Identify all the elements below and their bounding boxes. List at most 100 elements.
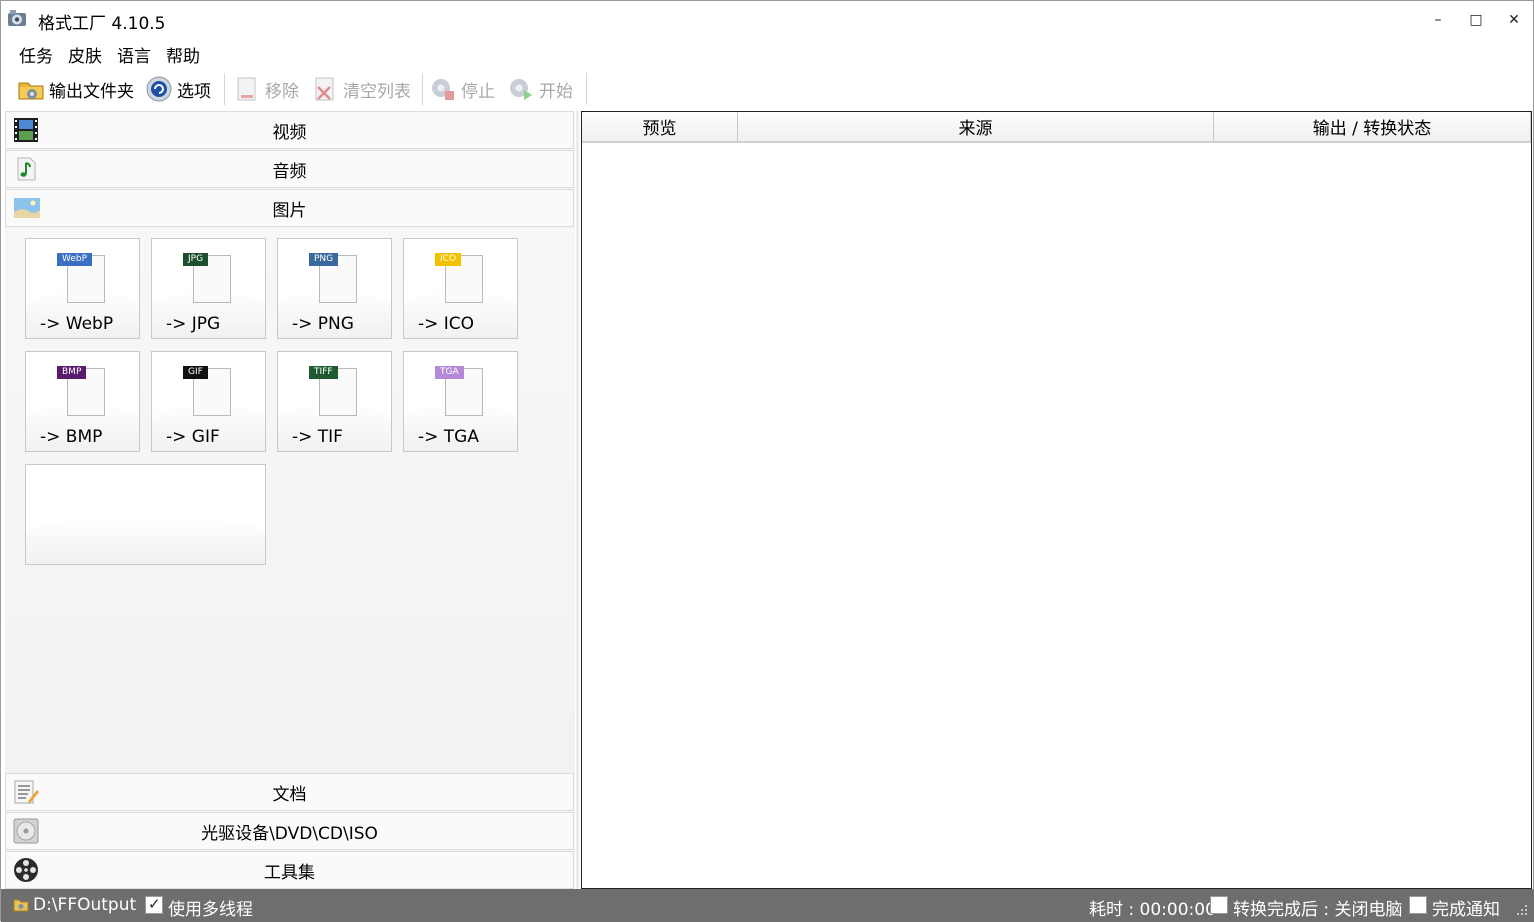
stop-button[interactable]: 停止 [429,73,495,105]
file-type-tag: ICO [435,253,462,266]
multithread-label: 使用多线程 [168,900,253,920]
task-list[interactable]: 预览 来源 输出 / 转换状态 [581,111,1532,889]
resize-grip-icon[interactable] [1515,903,1529,917]
folder-small-icon [13,899,29,912]
close-button[interactable]: ✕ [1495,1,1533,39]
format-tile-label: -> PNG [292,314,354,334]
toolbar-separator [586,73,587,105]
remove-button[interactable]: 移除 [233,73,299,105]
format-tile-label: -> TIF [292,427,343,447]
format-tile-label: -> ICO [418,314,475,334]
file-type-tag: TIFF [309,366,338,379]
tiff-file-icon: TIFF [309,364,359,418]
file-type-tag: BMP [57,366,87,379]
category-document[interactable]: 文档 [5,773,574,811]
title-bar: 格式工厂 4.10.5 – □ ✕ [1,1,1533,39]
clear-list-button[interactable]: 清空列表 [311,73,411,105]
image-format-grid: WebP -> WebP JPG -> JPG PNG -> PNG ICO -> ICO BM… [5,228,575,773]
menu-help[interactable]: 帮助 [166,42,200,67]
options-button[interactable]: 选项 [145,73,211,105]
remove-label: 移除 [265,81,299,102]
folder-icon [18,82,44,100]
column-header-source[interactable]: 来源 [738,112,1214,143]
toolbar-separator [224,73,225,105]
format-tile-tiff[interactable]: TIFF -> TIF [277,351,392,452]
remove-document-icon [237,77,256,101]
category-panel: 视频 音频 图片 WebP -> WebP JPG -> JPG PNG -> PNG IC… [5,111,575,889]
column-header-preview[interactable]: 预览 [582,112,738,143]
format-tile-png[interactable]: PNG -> PNG [277,238,392,339]
format-tile-tga[interactable]: TGA -> TGA [403,351,518,452]
file-type-tag: WebP [57,253,93,266]
column-header-output-status[interactable]: 输出 / 转换状态 [1214,112,1531,143]
menu-bar: 任务 皮肤 语言 帮助 [1,39,1533,69]
music-note-icon [17,157,36,181]
format-tile-bmp[interactable]: BMP -> BMP [25,351,140,452]
menu-skin[interactable]: 皮肤 [68,42,102,67]
format-tile-jpg[interactable]: JPG -> JPG [151,238,266,339]
category-image-label: 图片 [272,200,307,221]
category-video[interactable]: 视频 [5,111,574,149]
gif-file-icon: GIF [183,364,233,418]
category-optical[interactable]: 光驱设备\DVD\CD\ISO [5,812,574,850]
bmp-file-icon: BMP [57,364,107,418]
format-tile-webp[interactable]: WebP -> WebP [25,238,140,339]
picture-icon [14,198,40,218]
category-image[interactable]: 图片 [5,189,574,227]
app-window: 格式工厂 4.10.5 – □ ✕ 任务 皮肤 语言 帮助 输出文件夹 选项 移… [0,0,1534,922]
format-tile-label: -> TGA [418,427,479,447]
film-strip-icon [14,118,38,142]
file-type-tag: GIF [183,366,208,379]
start-label: 开始 [539,81,573,102]
category-tools-label: 工具集 [264,862,315,883]
format-tile-label: -> GIF [166,427,220,447]
start-button[interactable]: 开始 [507,73,573,105]
category-document-label: 文档 [272,784,307,805]
toolbar-separator [422,73,423,105]
shutdown-label: 转换完成后 : 关闭电脑 [1233,900,1403,920]
maximize-button[interactable]: □ [1457,1,1495,39]
multithread-checkbox[interactable] [145,895,163,914]
elapsed-time: 耗时 : 00:00:00 [1089,900,1216,920]
tga-file-icon: TGA [435,364,485,418]
notify-checkbox[interactable] [1409,896,1427,914]
category-tools[interactable]: 工具集 [5,851,574,889]
file-type-tag: JPG [183,253,209,266]
clear-list-icon [315,77,334,101]
panel-splitter[interactable] [576,111,579,889]
stop-label: 停止 [461,81,495,102]
file-type-tag: TGA [435,366,464,379]
options-gear-icon [146,76,172,102]
film-reel-tools-icon [14,858,38,882]
format-factory-app-icon [8,10,26,26]
minimize-button[interactable]: – [1419,1,1457,39]
category-optical-label: 光驱设备\DVD\CD\ISO [201,823,378,844]
category-video-label: 视频 [272,122,307,143]
status-bar: D:\FFOutput 使用多线程 耗时 : 00:00:00 转换完成后 : … [1,889,1534,922]
stop-icon [432,79,454,100]
format-tile-label: -> WebP [40,314,114,334]
shutdown-checkbox[interactable] [1210,896,1228,914]
output-folder-label: 输出文件夹 [49,81,134,102]
category-audio[interactable]: 音频 [5,150,574,188]
ico-file-icon: ICO [435,251,485,305]
format-tile-ico[interactable]: ICO -> ICO [403,238,518,339]
start-icon [510,79,532,100]
output-path[interactable]: D:\FFOutput [33,895,136,915]
format-tile-label: -> BMP [40,427,103,447]
empty-format-slot [25,464,266,565]
file-type-tag: PNG [309,253,339,266]
format-tile-gif[interactable]: GIF -> GIF [151,351,266,452]
window-title: 格式工厂 4.10.5 [38,14,166,34]
category-audio-label: 音频 [272,161,307,182]
webp-file-icon: WebP [57,251,107,305]
options-label: 选项 [177,81,211,102]
tile-shine [26,516,265,564]
menu-language[interactable]: 语言 [117,42,151,67]
notify-label: 完成通知 [1432,900,1500,920]
output-folder-button[interactable]: 输出文件夹 [17,73,134,105]
format-tile-label: -> JPG [166,314,221,334]
clear-list-label: 清空列表 [343,81,411,102]
menu-task[interactable]: 任务 [19,42,53,67]
disc-drive-icon [13,818,39,844]
